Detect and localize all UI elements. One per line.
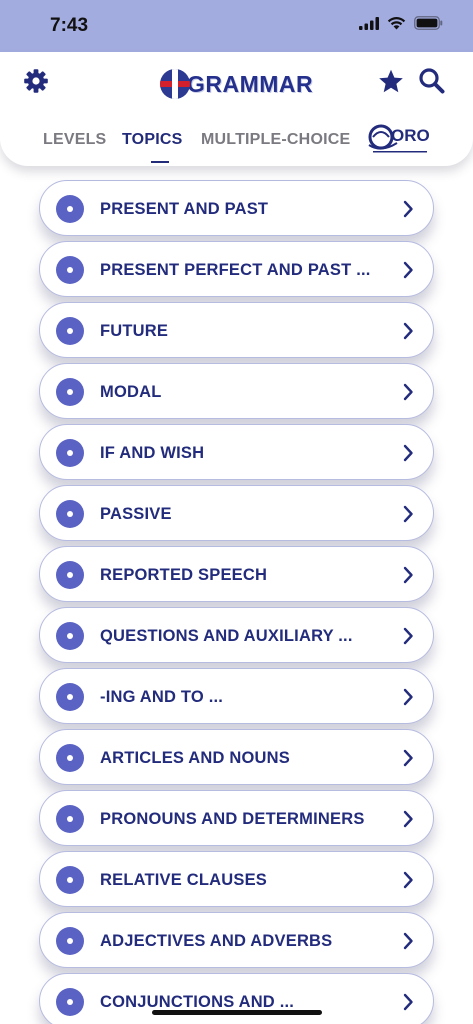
topic-row[interactable]: PRESENT PERFECT AND PAST ... (39, 241, 434, 297)
bullet-icon (56, 439, 84, 467)
topic-row[interactable]: PRESENT AND PAST (39, 180, 434, 236)
flag-badge-icon (160, 69, 190, 99)
bullet-icon (56, 683, 84, 711)
bullet-icon (56, 744, 84, 772)
topic-row[interactable]: ARTICLES AND NOUNS (39, 729, 434, 785)
chevron-right-icon (401, 565, 415, 585)
wifi-icon (387, 16, 406, 35)
favorites-button[interactable] (374, 67, 408, 101)
topic-label: IF AND WISH (100, 444, 205, 462)
topic-label: FUTURE (100, 322, 169, 340)
bullet-icon (56, 805, 84, 833)
status-icons (359, 16, 443, 35)
star-icon (378, 69, 404, 99)
topic-row[interactable]: CONJUNCTIONS AND ... (39, 973, 434, 1024)
topic-label: PRONOUNS AND DETERMINERS (100, 810, 365, 828)
bullet-icon (56, 317, 84, 345)
topic-row[interactable]: MODAL (39, 363, 434, 419)
home-indicator[interactable] (152, 1010, 322, 1015)
topic-label: ADJECTIVES AND ADVERBS (100, 932, 333, 950)
logo-text: GRAMMAR (187, 70, 314, 97)
topic-row[interactable]: RELATIVE CLAUSES (39, 851, 434, 907)
topic-label: PRESENT AND PAST (100, 200, 269, 218)
status-time: 7:43 (50, 15, 89, 36)
oro-logo-text: ORO (391, 126, 430, 145)
topic-label: QUESTIONS AND AUXILIARY ... (100, 627, 353, 645)
settings-button[interactable] (19, 66, 53, 100)
chevron-right-icon (401, 992, 415, 1012)
bullet-icon (56, 378, 84, 406)
topic-label: ARTICLES AND NOUNS (100, 749, 290, 767)
gear-icon (23, 68, 49, 99)
topic-row[interactable]: PASSIVE (39, 485, 434, 541)
active-tab-indicator (151, 161, 169, 163)
topic-label: REPORTED SPEECH (100, 566, 268, 584)
chevron-right-icon (401, 199, 415, 219)
topic-label: MODAL (100, 383, 162, 401)
topic-label: PASSIVE (100, 505, 172, 523)
battery-icon (414, 16, 443, 35)
chevron-right-icon (401, 443, 415, 463)
app-header: GRAMMAR LEVELS TOPICS MULTIPLE-CHOICE OR… (0, 52, 473, 166)
chevron-right-icon (401, 809, 415, 829)
chevron-right-icon (401, 870, 415, 890)
bullet-icon (56, 622, 84, 650)
bullet-icon (56, 866, 84, 894)
tab-topics[interactable]: TOPICS (122, 131, 182, 149)
topic-row[interactable]: IF AND WISH (39, 424, 434, 480)
topic-label: -ING AND TO ... (100, 688, 224, 706)
search-button[interactable] (414, 66, 448, 100)
topic-row[interactable]: FUTURE (39, 302, 434, 358)
topic-row[interactable]: REPORTED SPEECH (39, 546, 434, 602)
chevron-right-icon (401, 504, 415, 524)
topic-row[interactable]: -ING AND TO ... (39, 668, 434, 724)
bullet-icon (56, 195, 84, 223)
chevron-right-icon (401, 626, 415, 646)
chevron-right-icon (401, 382, 415, 402)
app-logo: GRAMMAR (160, 66, 315, 102)
topic-label: PRESENT PERFECT AND PAST ... (100, 261, 371, 279)
search-icon (418, 67, 445, 99)
chevron-right-icon (401, 321, 415, 341)
topic-row[interactable]: ADJECTIVES AND ADVERBS (39, 912, 434, 968)
bullet-icon (56, 927, 84, 955)
signal-icon (359, 16, 379, 35)
status-bar: 7:43 (0, 0, 473, 52)
bullet-icon (56, 256, 84, 284)
bullet-icon (56, 561, 84, 589)
tab-levels[interactable]: LEVELS (43, 131, 106, 149)
chevron-right-icon (401, 260, 415, 280)
bullet-icon (56, 500, 84, 528)
chevron-right-icon (401, 687, 415, 707)
chevron-right-icon (401, 748, 415, 768)
bullet-icon (56, 988, 84, 1016)
topic-row[interactable]: QUESTIONS AND AUXILIARY ... (39, 607, 434, 663)
oro-logo: ORO (367, 123, 433, 157)
topic-row[interactable]: PRONOUNS AND DETERMINERS (39, 790, 434, 846)
chevron-right-icon (401, 931, 415, 951)
topic-label: RELATIVE CLAUSES (100, 871, 267, 889)
tab-multiple-choice[interactable]: MULTIPLE-CHOICE (201, 131, 350, 149)
